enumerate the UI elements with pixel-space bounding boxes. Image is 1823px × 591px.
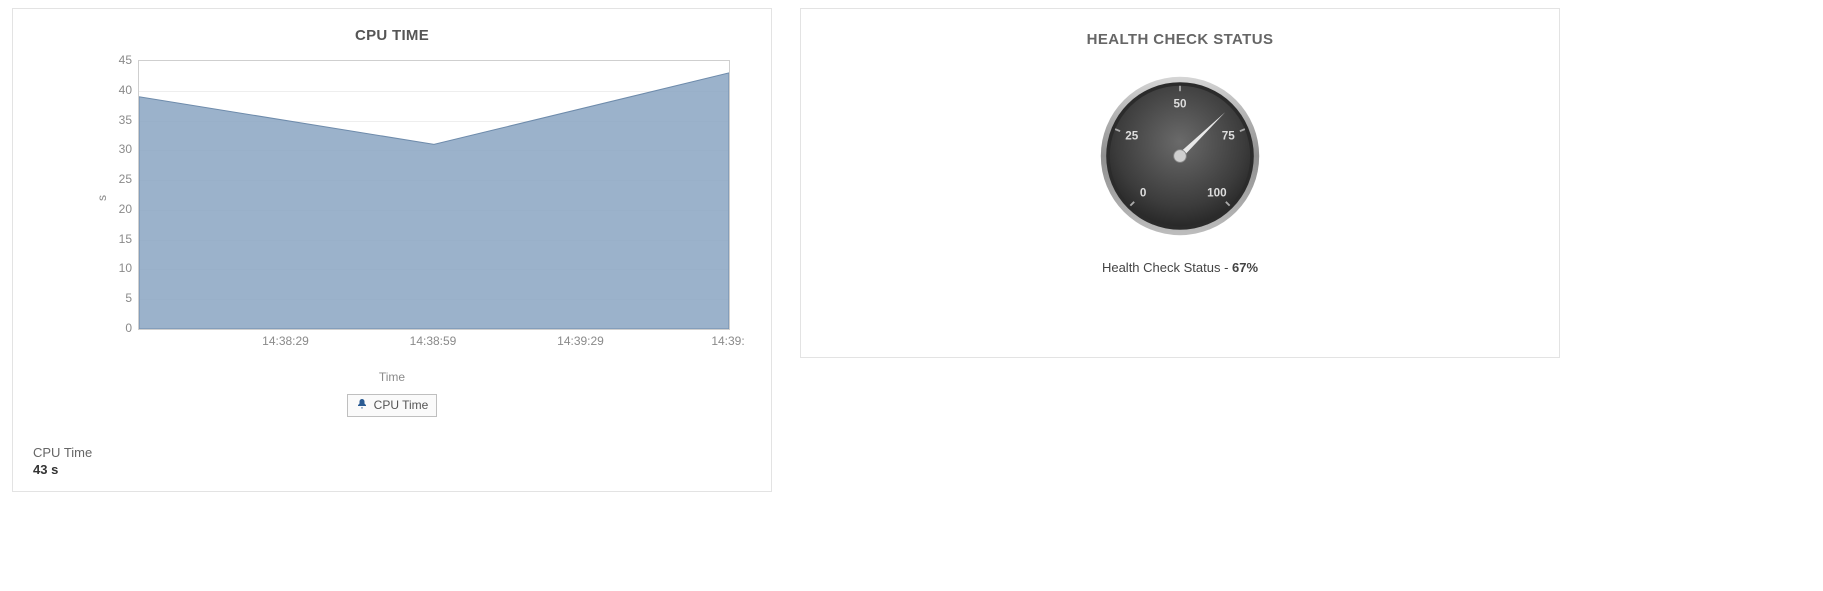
cpu-time-ytick: 35 <box>42 113 132 127</box>
bell-icon <box>356 398 368 413</box>
cpu-time-ytick: 15 <box>42 232 132 246</box>
cpu-time-plot <box>138 60 730 330</box>
cpu-time-summary: CPU Time 43 s <box>33 445 751 477</box>
gauge-tick: 50 <box>1173 97 1187 110</box>
cpu-time-ytick: 20 <box>42 202 132 216</box>
cpu-time-ytick: 30 <box>42 142 132 156</box>
cpu-time-ytick: 10 <box>42 261 132 275</box>
cpu-time-summary-label: CPU Time <box>33 445 751 460</box>
cpu-time-xtick: 14:38:59 <box>410 334 457 348</box>
cpu-time-xtick: 14:38:29 <box>262 334 309 348</box>
gauge-tick: 25 <box>1125 130 1139 143</box>
cpu-time-ytick: 0 <box>42 321 132 335</box>
cpu-time-ytick: 40 <box>42 83 132 97</box>
gauge-tick: 75 <box>1222 130 1236 143</box>
cpu-time-ytick: 5 <box>42 291 132 305</box>
cpu-time-ylabel: s <box>95 195 109 201</box>
cpu-time-ytick: 25 <box>42 172 132 186</box>
cpu-time-xtick: 14:39: <box>711 334 744 348</box>
gauge-tick: 0 <box>1140 187 1147 200</box>
cpu-time-legend: CPU Time <box>347 394 438 417</box>
cpu-time-summary-value: 43 s <box>33 462 751 477</box>
health-caption-value: 67% <box>1232 260 1258 275</box>
health-caption-prefix: Health Check Status - <box>1102 260 1232 275</box>
cpu-time-chart: s 0 5 10 15 20 25 30 35 40 45 14:38:29 14:38:59 14:… <box>42 48 742 348</box>
health-title: HEALTH CHECK STATUS <box>821 31 1539 48</box>
gauge-tick: 100 <box>1207 187 1227 200</box>
cpu-time-xlabel: Time <box>33 370 751 384</box>
health-panel: HEALTH CHECK STATUS 0 25 50 75 100 Health Ch… <box>800 8 1560 358</box>
cpu-time-ytick: 45 <box>42 53 132 67</box>
health-caption: Health Check Status - 67% <box>1102 260 1258 275</box>
health-gauge: 0 25 50 75 100 <box>1090 66 1270 246</box>
cpu-time-legend-label: CPU Time <box>374 398 429 412</box>
cpu-time-title: CPU TIME <box>33 27 751 44</box>
cpu-time-xtick: 14:39:29 <box>557 334 604 348</box>
cpu-time-panel: CPU TIME s 0 5 10 15 20 25 30 35 40 45 14:38:29 14… <box>12 8 772 492</box>
